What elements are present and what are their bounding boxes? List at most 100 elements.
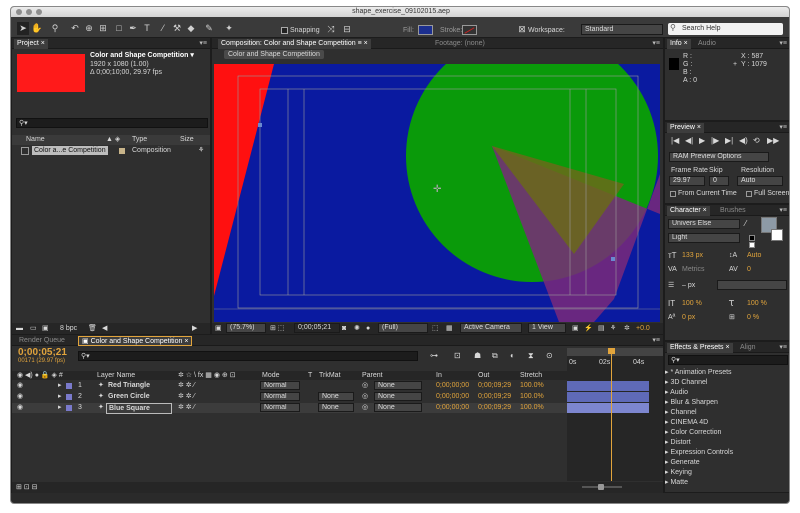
snapshot-icon[interactable]: ◙ — [342, 324, 346, 333]
panel-menu-icon[interactable]: ▾≡ — [779, 123, 787, 131]
effects-category[interactable]: ▸ Blur & Sharpen — [665, 398, 789, 408]
panel-menu-icon[interactable]: ▾≡ — [652, 39, 660, 47]
layer-switches[interactable]: ✲ ✲ ⁄ — [178, 392, 195, 401]
effects-category[interactable]: ▸ Channel — [665, 408, 789, 418]
comp-name[interactable]: Color and Shape Competition ▾ — [90, 51, 194, 60]
expand-layer-icon[interactable]: ▸ — [58, 392, 62, 401]
draft-3d-icon[interactable]: ⊡ — [454, 351, 461, 360]
tab-project[interactable]: Project × — [14, 39, 48, 49]
brainstorm-icon[interactable]: ⊙ — [546, 351, 553, 360]
zoom-slider-thumb[interactable] — [598, 484, 604, 490]
current-time-indicator[interactable] — [611, 348, 612, 481]
vertex-handle[interactable] — [258, 123, 262, 127]
flowchart-icon[interactable]: ⚘ — [198, 146, 204, 155]
tab-audio[interactable]: Audio — [695, 39, 719, 49]
close-window-button[interactable] — [16, 9, 22, 15]
eyedropper-icon[interactable]: ⁄ — [745, 219, 746, 228]
pan-behind-tool-icon[interactable]: ⊞ — [97, 22, 109, 35]
layer-switches[interactable]: ✲ ✲ ⁄ — [178, 381, 195, 390]
effects-search-input[interactable]: ⚲▾ — [668, 355, 788, 365]
loop-icon[interactable]: ⟲ — [753, 136, 760, 145]
col-type[interactable]: Type — [132, 135, 147, 144]
eraser-tool-icon[interactable]: ◆ — [185, 22, 197, 35]
selection-tool-icon[interactable]: ➤ — [17, 22, 29, 35]
layer-stretch[interactable]: 100.0% — [520, 392, 544, 401]
transparency-grid-icon[interactable]: ▦ — [446, 324, 453, 333]
motion-blur-icon[interactable]: ◐ — [510, 351, 515, 360]
expand-layer-icon[interactable]: ▸ — [58, 381, 62, 390]
workspace-dropdown[interactable]: Standard — [581, 24, 663, 35]
magnification-dropdown[interactable]: (75.7%) — [226, 323, 266, 333]
panel-menu-icon[interactable]: ▾≡ — [199, 39, 207, 47]
bpc-button[interactable]: 8 bpc — [60, 324, 77, 333]
minimize-window-button[interactable] — [26, 9, 32, 15]
snap-edges-icon[interactable]: ⊟ — [341, 23, 353, 36]
clone-stamp-tool-icon[interactable]: ⚒ — [171, 22, 183, 35]
color-channels-icon[interactable]: ✺ — [354, 324, 360, 333]
col-out[interactable]: Out — [478, 371, 489, 380]
workspace-icon[interactable]: ⊠ — [516, 23, 528, 36]
toggle-pixel-icon[interactable]: ▣ — [572, 324, 579, 333]
timeline-icon[interactable]: ▤ — [598, 324, 605, 333]
pickwhip-icon[interactable]: ◎ — [362, 403, 368, 412]
tab-composition[interactable]: Composition: Color and Shape Competition… — [218, 39, 371, 49]
vertical-scale-value[interactable]: 100 % — [682, 299, 702, 308]
fill-color-swatch[interactable] — [418, 25, 433, 35]
col-size[interactable]: Size — [180, 135, 194, 144]
layer-out[interactable]: 0;00;09;29 — [478, 403, 511, 412]
pen-tool-icon[interactable]: ✒ — [127, 22, 139, 35]
expand-layer-icon[interactable]: ▸ — [58, 403, 62, 412]
layer-in[interactable]: 0;00;00;00 — [436, 403, 469, 412]
stroke-width-value[interactable]: – px — [682, 281, 695, 290]
skip-dropdown[interactable]: 0 — [709, 176, 729, 186]
snapping-options-icon[interactable]: ⤨ — [325, 23, 337, 36]
effects-category[interactable]: ▸ Distort — [665, 438, 789, 448]
work-area-bar[interactable] — [567, 348, 663, 356]
zoom-window-button[interactable] — [36, 9, 42, 15]
shape-tool-icon[interactable]: □ — [113, 22, 125, 35]
layer-trkmat-dropdown[interactable]: None — [318, 392, 354, 401]
col-mode[interactable]: Mode — [262, 371, 280, 380]
audio-icon[interactable]: ◀) — [739, 136, 748, 145]
layer-switches[interactable]: ✲ ✲ ⁄ — [178, 403, 195, 412]
time-graph[interactable]: 0s 02s 04s — [567, 348, 663, 481]
layer-parent-dropdown[interactable]: None — [374, 403, 422, 412]
layer-mode-dropdown[interactable]: Normal — [260, 403, 300, 412]
camera-tool-icon[interactable]: ⊕ — [83, 22, 95, 35]
rotate-tool-icon[interactable]: ↶ — [69, 22, 81, 35]
label-tag-icon[interactable]: ▲ ◈ — [106, 135, 120, 144]
vertex-handle[interactable] — [611, 257, 615, 261]
tab-render-queue[interactable]: Render Queue — [16, 336, 68, 346]
full-screen-checkbox[interactable] — [746, 191, 752, 197]
layer-out[interactable]: 0;00;09;29 — [478, 381, 511, 390]
ram-preview-icon[interactable]: ▶▶ — [767, 136, 779, 145]
panel-menu-icon[interactable]: ▾≡ — [652, 336, 660, 344]
timeline-timecode[interactable]: 0;00;05;21 — [18, 347, 67, 358]
shy-layers-icon[interactable]: ☗ — [474, 351, 481, 360]
pickwhip-icon[interactable]: ◎ — [362, 392, 368, 401]
search-help-field[interactable]: ⚲ Search Help — [668, 23, 783, 35]
horizontal-scale-value[interactable]: 100 % — [747, 299, 767, 308]
stroke-style-dropdown[interactable] — [717, 280, 787, 290]
frame-blending-icon[interactable]: ⧉ — [492, 351, 498, 360]
tab-effects-presets[interactable]: Effects & Presets × — [667, 343, 733, 353]
effects-category[interactable]: ▸ Matte — [665, 478, 789, 488]
brush-tool-icon[interactable]: ⁄ — [157, 22, 169, 35]
switches-toggle-icon[interactable]: ⊞ ⊡ ⊟ — [16, 483, 38, 492]
layer-mode-dropdown[interactable]: Normal — [260, 381, 300, 390]
graph-editor-icon[interactable]: ⧗ — [528, 351, 534, 360]
layer-bar[interactable] — [567, 392, 649, 402]
grid-guides-icon[interactable]: ⊞ ⬚ — [270, 324, 284, 333]
leading-value[interactable]: Auto — [747, 251, 761, 260]
from-current-checkbox[interactable] — [670, 191, 676, 197]
tab-preview[interactable]: Preview × — [667, 123, 704, 133]
comp-viewer[interactable]: ✛ — [214, 64, 660, 322]
trash-icon[interactable]: 🗑 — [88, 324, 97, 333]
layer-row[interactable]: ◉ ▸ 1 ✦ Red Triangle ✲ ✲ ⁄ Normal ◎ None… — [12, 381, 567, 391]
resolution-dropdown[interactable]: Auto — [737, 176, 783, 186]
layer-mode-dropdown[interactable]: Normal — [260, 392, 300, 401]
resolution-dropdown[interactable]: (Full) — [378, 323, 428, 333]
flowchart-icon[interactable]: ⚘ — [610, 324, 616, 333]
snapping-checkbox[interactable] — [281, 27, 288, 34]
layer-trkmat-dropdown[interactable]: None — [318, 403, 354, 412]
